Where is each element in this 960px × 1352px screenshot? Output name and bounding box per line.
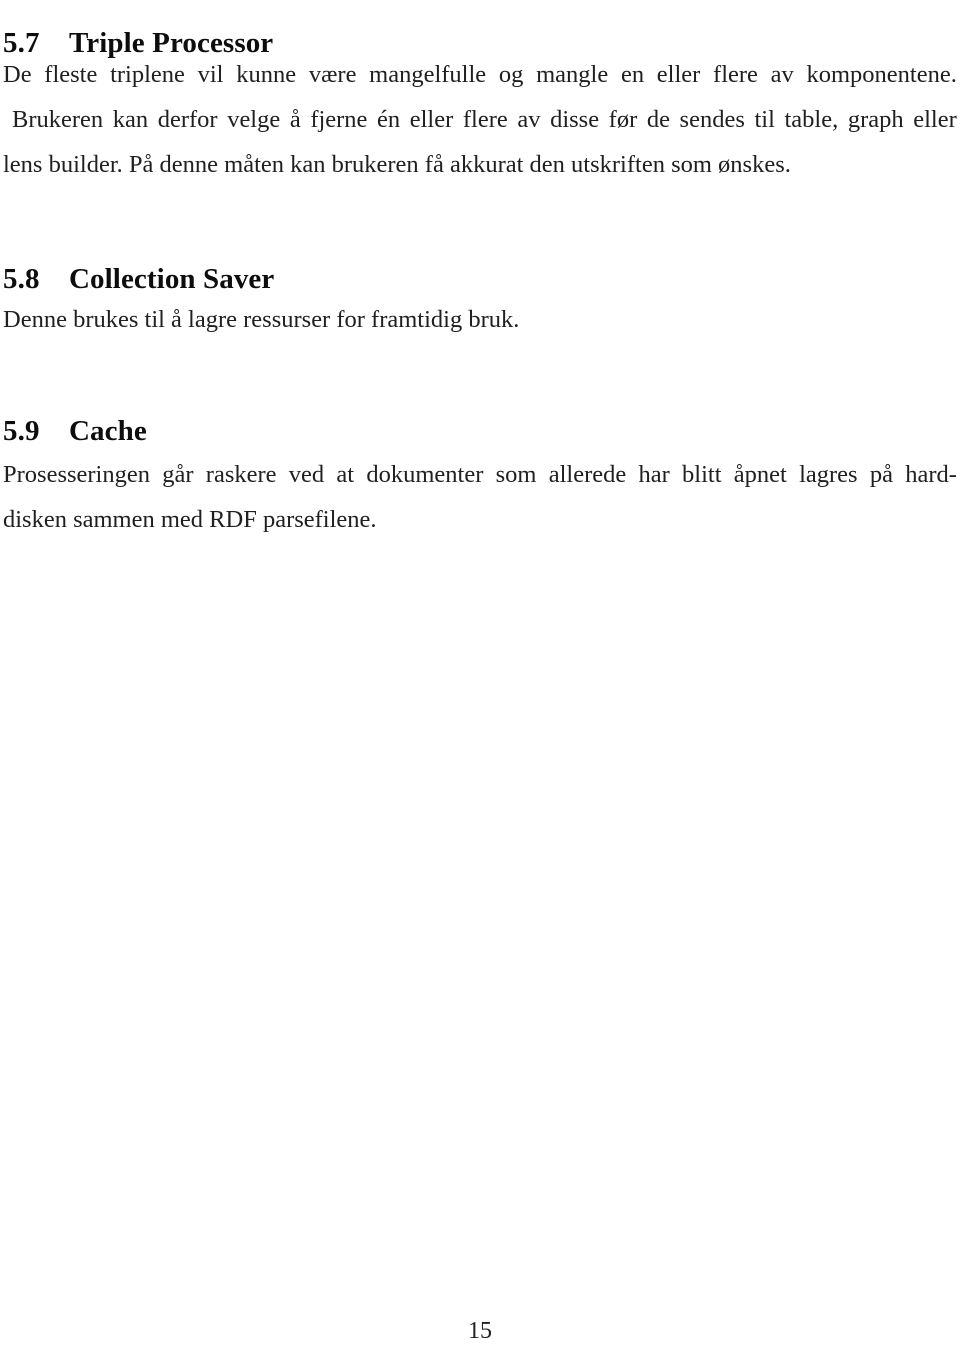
paragraph-line: Brukeren kan derfor velge å fjerne én eller fler… <box>3 97 957 142</box>
word: fjerne <box>310 106 368 133</box>
section-title: Cache <box>69 415 147 448</box>
word: og <box>498 61 524 88</box>
word: derfor <box>157 106 218 133</box>
word: eller <box>913 106 957 133</box>
word: som <box>495 461 537 488</box>
word: ved <box>288 461 325 488</box>
word: Prosesseringen <box>3 461 150 488</box>
word: Brukeren <box>12 106 104 133</box>
word: graph <box>847 106 904 133</box>
word: fleste <box>44 61 98 88</box>
word: blitt <box>682 461 722 488</box>
paragraph-line: De fleste triplene vil kunne være mangelfulle o… <box>3 52 957 97</box>
section-heading-5-9: 5.9 Cache <box>3 414 147 448</box>
word: går <box>162 461 194 488</box>
word: sendes <box>679 106 745 133</box>
section-number: 5.8 <box>3 263 40 296</box>
paragraph-line: lens builder. På denne måten kan brukere… <box>3 151 791 178</box>
word: vil <box>197 61 224 88</box>
section-title: Collection Saver <box>69 263 275 296</box>
word: av <box>770 61 794 88</box>
word: raskere <box>205 461 277 488</box>
word: velge <box>227 106 281 133</box>
word: å <box>289 106 301 133</box>
page-number: 15 <box>468 1318 492 1344</box>
word: på <box>869 461 893 488</box>
section-number: 5.9 <box>3 415 40 448</box>
document-page: 5.7 Triple Processor De fleste triplene vil k… <box>0 0 960 1352</box>
paragraph-5-8: Denne brukes til å lagre ressurser for f… <box>3 297 519 342</box>
word: til <box>754 106 775 133</box>
word: kunne <box>236 61 297 88</box>
word: mangelfulle <box>369 61 487 88</box>
word: dokumenter <box>366 461 484 488</box>
word: eller <box>656 61 701 88</box>
word: komponentene. <box>806 61 957 88</box>
word: table, <box>784 106 839 133</box>
word: eller <box>409 106 454 133</box>
paragraph-line: disken sammen med RDF parsefilene. <box>3 506 377 533</box>
word: før <box>608 106 638 133</box>
section-heading-5-8: 5.8 Collection Saver <box>3 262 274 296</box>
paragraph-5-9: Prosesseringen går raskere ved at dokumenter s… <box>3 452 957 542</box>
word: flere <box>713 61 758 88</box>
word: at <box>336 461 355 488</box>
word: en <box>620 61 645 88</box>
word: mangle <box>536 61 609 88</box>
word: åpnet <box>733 461 787 488</box>
word: være <box>308 61 357 88</box>
word: har <box>638 461 670 488</box>
word: av <box>517 106 541 133</box>
word: disse <box>550 106 600 133</box>
paragraph-5-7: De fleste triplene vil kunne være mangelfulle o… <box>3 52 957 187</box>
word: de <box>646 106 670 133</box>
paragraph-line: Denne brukes til å lagre ressurser for f… <box>3 306 520 333</box>
word: allerede <box>548 461 627 488</box>
word: De <box>3 61 32 88</box>
word: hard- <box>905 461 957 488</box>
paragraph-line: Prosesseringen går raskere ved at dokumenter s… <box>3 452 957 497</box>
word: kan <box>112 106 149 133</box>
word: én <box>377 106 401 133</box>
word: flere <box>462 106 508 133</box>
word: lagres <box>799 461 858 488</box>
word: triplene <box>110 61 185 88</box>
